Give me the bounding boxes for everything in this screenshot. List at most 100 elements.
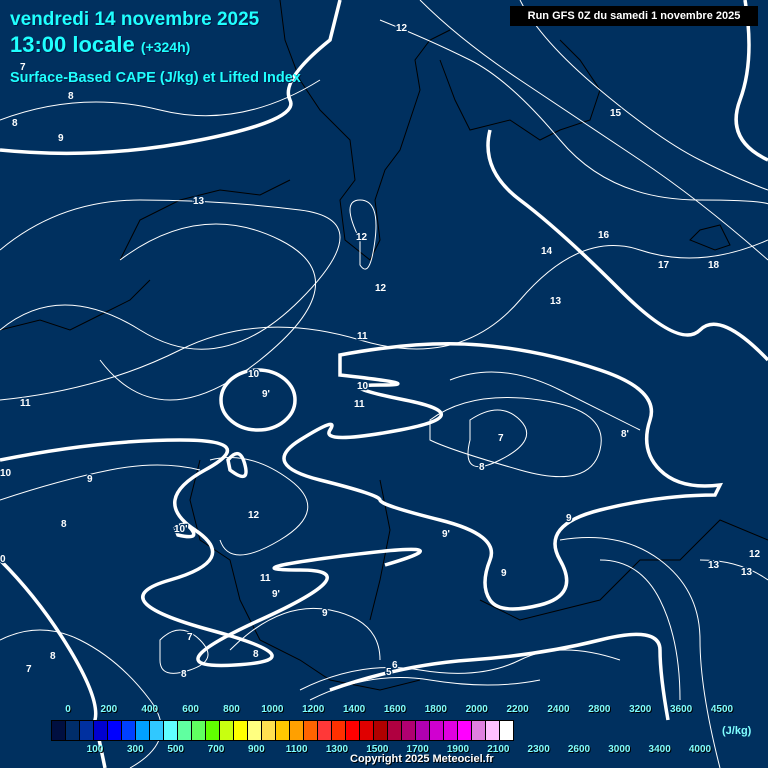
legend-label: 3400 bbox=[648, 744, 671, 755]
legend-swatch bbox=[290, 721, 304, 740]
legend-swatch bbox=[360, 721, 374, 740]
local-time: 13:00 locale bbox=[10, 32, 135, 57]
svg-text:12: 12 bbox=[356, 232, 368, 243]
legend-label: 2200 bbox=[506, 704, 529, 715]
svg-text:14: 14 bbox=[541, 246, 553, 257]
svg-text:9: 9 bbox=[322, 608, 328, 619]
svg-text:11: 11 bbox=[260, 573, 271, 584]
legend-swatch bbox=[318, 721, 332, 740]
svg-text:8: 8 bbox=[61, 519, 67, 530]
forecast-time: 13:00 locale (+324h) bbox=[10, 32, 190, 58]
legend-swatch bbox=[108, 721, 122, 740]
legend-swatch bbox=[150, 721, 164, 740]
legend-swatch bbox=[444, 721, 458, 740]
svg-text:18: 18 bbox=[708, 260, 720, 271]
svg-text:8: 8 bbox=[12, 118, 18, 129]
legend-swatch bbox=[304, 721, 318, 740]
svg-text:9: 9 bbox=[58, 133, 64, 144]
svg-text:11: 11 bbox=[20, 398, 31, 409]
legend-label: 3600 bbox=[670, 704, 693, 715]
svg-text:13: 13 bbox=[741, 567, 753, 578]
coastlines bbox=[0, 0, 768, 691]
svg-text:8: 8 bbox=[479, 462, 485, 473]
legend-label: 1600 bbox=[383, 704, 407, 715]
svg-text:12: 12 bbox=[375, 283, 387, 294]
forecast-date: vendredi 14 novembre 2025 bbox=[10, 9, 260, 30]
legend-label: 900 bbox=[247, 744, 265, 755]
contour-labels: 12 7 8 8 9 15 13 12 16 17 18 14 12 13 11… bbox=[0, 22, 762, 682]
legend-label: 2300 bbox=[527, 744, 550, 755]
svg-text:11: 11 bbox=[357, 331, 368, 342]
svg-text:9: 9 bbox=[501, 568, 507, 579]
legend-swatch bbox=[234, 721, 248, 740]
legend-swatch bbox=[164, 721, 178, 740]
legend-swatch bbox=[248, 721, 262, 740]
legend-label: 1100 bbox=[285, 744, 308, 755]
legend-swatch bbox=[220, 721, 234, 740]
legend-swatch bbox=[262, 721, 276, 740]
forecast-step: (+324h) bbox=[140, 39, 191, 55]
svg-text:8: 8 bbox=[181, 669, 187, 680]
model-run-label: Run GFS 0Z du samedi 1 novembre 2025 bbox=[510, 6, 758, 26]
svg-text:12: 12 bbox=[248, 510, 260, 521]
svg-text:8: 8 bbox=[50, 651, 56, 662]
legend-label: 3200 bbox=[629, 704, 652, 715]
legend-swatch bbox=[52, 721, 66, 740]
legend-label: 1700 bbox=[406, 744, 429, 755]
legend-swatch bbox=[374, 721, 388, 740]
legend-swatch bbox=[178, 721, 192, 740]
svg-text:12: 12 bbox=[749, 549, 761, 560]
legend-label: 400 bbox=[141, 704, 159, 715]
legend-label: 1000 bbox=[261, 704, 284, 715]
svg-text:15: 15 bbox=[610, 108, 622, 119]
svg-text:16: 16 bbox=[598, 230, 610, 241]
svg-text:7: 7 bbox=[26, 664, 32, 675]
svg-text:6: 6 bbox=[392, 660, 398, 671]
legend-swatch bbox=[136, 721, 150, 740]
legend-label: 1800 bbox=[424, 704, 447, 715]
svg-text:0: 0 bbox=[0, 554, 6, 565]
legend-swatch bbox=[486, 721, 500, 740]
legend-label: 1500 bbox=[366, 744, 389, 755]
svg-text:9: 9 bbox=[566, 513, 572, 524]
parameter-title: Surface-Based CAPE (J/kg) et Lifted Inde… bbox=[10, 70, 301, 86]
legend-label: 3000 bbox=[608, 744, 631, 755]
svg-text:13: 13 bbox=[550, 296, 562, 307]
legend-label: 0 bbox=[65, 704, 71, 715]
legend-swatch bbox=[206, 721, 220, 740]
legend-label: 2400 bbox=[547, 704, 570, 715]
legend-swatch bbox=[332, 721, 346, 740]
legend-swatch bbox=[122, 721, 136, 740]
legend-swatch bbox=[80, 721, 94, 740]
svg-text:17: 17 bbox=[658, 260, 670, 271]
legend-label: 1400 bbox=[343, 704, 366, 715]
legend-label: 2100 bbox=[487, 744, 510, 755]
legend-label: 800 bbox=[223, 704, 240, 715]
legend-label: 1900 bbox=[446, 744, 470, 755]
legend-swatch bbox=[388, 721, 402, 740]
svg-text:13: 13 bbox=[193, 196, 205, 207]
svg-text:5: 5 bbox=[386, 667, 392, 678]
legend-swatch bbox=[416, 721, 430, 740]
svg-text:7: 7 bbox=[187, 632, 193, 643]
weather-map: 12 7 8 8 9 15 13 12 16 17 18 14 12 13 11… bbox=[0, 0, 768, 768]
svg-text:8: 8 bbox=[68, 91, 74, 102]
legend-swatch bbox=[472, 721, 486, 740]
svg-text:9': 9' bbox=[442, 529, 450, 540]
legend-swatch bbox=[500, 721, 513, 740]
legend-label: 100 bbox=[86, 744, 104, 755]
map-canvas: 12 7 8 8 9 15 13 12 16 17 18 14 12 13 11… bbox=[0, 0, 768, 768]
legend-swatch bbox=[346, 721, 360, 740]
legend-swatch bbox=[402, 721, 416, 740]
legend-label: 4000 bbox=[688, 744, 712, 755]
svg-text:10: 10 bbox=[0, 468, 12, 479]
legend-swatch bbox=[458, 721, 472, 740]
svg-text:10: 10 bbox=[248, 369, 260, 380]
legend-label: 2800 bbox=[588, 704, 611, 715]
svg-text:8: 8 bbox=[253, 649, 259, 660]
svg-text:13: 13 bbox=[708, 560, 720, 571]
legend-swatch bbox=[430, 721, 444, 740]
legend-label: 200 bbox=[100, 704, 118, 715]
svg-text:9': 9' bbox=[262, 389, 270, 400]
legend-label: 300 bbox=[126, 744, 144, 755]
